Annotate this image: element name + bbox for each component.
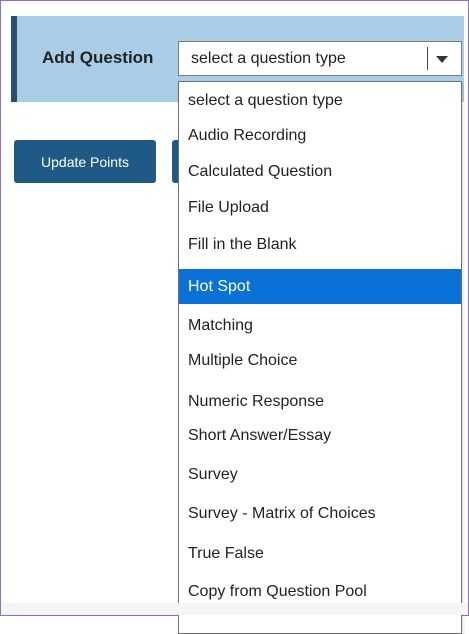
option-true-false[interactable]: True False xyxy=(179,536,461,571)
option-select-a-question-type[interactable]: select a question type xyxy=(179,83,461,118)
option-multiple-choice[interactable]: Multiple Choice xyxy=(179,343,461,378)
option-calculated-question[interactable]: Calculated Question xyxy=(179,154,461,189)
option-survey[interactable]: Survey xyxy=(179,457,461,492)
update-points-button[interactable]: Update Points xyxy=(14,140,156,183)
option-matching[interactable]: Matching xyxy=(179,308,461,343)
option-fill-in-the-blank[interactable]: Fill in the Blank xyxy=(179,227,461,262)
add-question-label: Add Question xyxy=(42,48,154,67)
chevron-down-icon xyxy=(436,56,448,63)
select-divider xyxy=(427,47,428,70)
option-audio-recording[interactable]: Audio Recording xyxy=(179,118,461,153)
option-survey-matrix-of-choices[interactable]: Survey - Matrix of Choices xyxy=(179,496,461,531)
bottom-strip xyxy=(1,603,468,615)
question-type-dropdown: select a question type Audio Recording C… xyxy=(178,81,462,634)
question-type-select[interactable]: select a question type xyxy=(178,41,462,76)
option-numeric-response[interactable]: Numeric Response xyxy=(179,384,461,419)
select-value: select a question type xyxy=(191,50,346,67)
option-file-upload[interactable]: File Upload xyxy=(179,190,461,225)
option-hot-spot[interactable]: Hot Spot xyxy=(179,269,461,304)
option-short-answer-essay[interactable]: Short Answer/Essay xyxy=(179,418,461,453)
